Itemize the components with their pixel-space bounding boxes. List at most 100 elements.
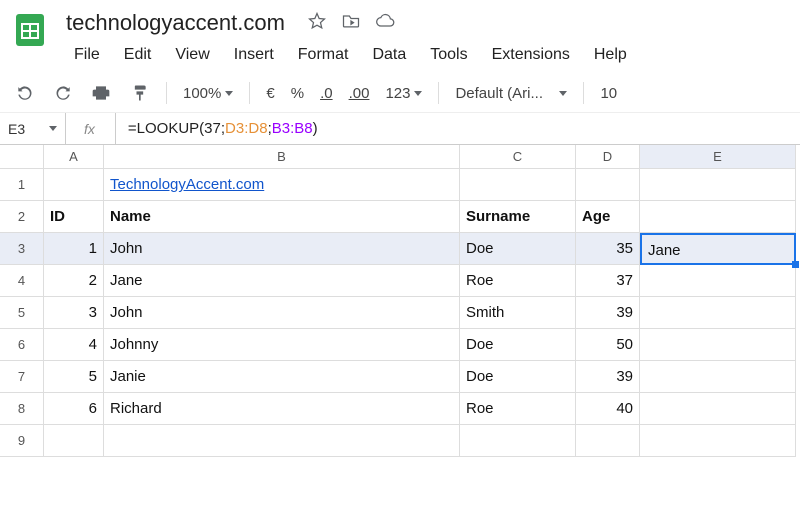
cell-D9[interactable]	[576, 425, 640, 457]
document-title[interactable]: technologyaccent.com	[62, 8, 289, 38]
toolbar-divider	[249, 82, 250, 104]
selection-handle[interactable]	[792, 261, 799, 268]
cell-A5[interactable]: 3	[44, 297, 104, 329]
cell-E6[interactable]	[640, 329, 796, 361]
cell-E1[interactable]	[640, 169, 796, 201]
column-header-D[interactable]: D	[576, 145, 640, 169]
font-selector[interactable]: Default (Ari...	[455, 85, 567, 102]
menu-help[interactable]: Help	[582, 42, 639, 68]
menu-format[interactable]: Format	[286, 42, 361, 68]
cell-B6[interactable]: Johnny	[104, 329, 460, 361]
paint-format-icon[interactable]	[128, 82, 150, 104]
row-header[interactable]: 7	[0, 361, 44, 393]
cell-C4[interactable]: Roe	[460, 265, 576, 297]
format-percent-button[interactable]: %	[291, 85, 304, 102]
star-icon[interactable]	[307, 11, 327, 36]
cell-B4[interactable]: Jane	[104, 265, 460, 297]
toolbar-divider	[438, 82, 439, 104]
cell-C3[interactable]: Doe	[460, 233, 576, 265]
column-header-C[interactable]: C	[460, 145, 576, 169]
cell-D1[interactable]	[576, 169, 640, 201]
cell-C8[interactable]: Roe	[460, 393, 576, 425]
cell-B5[interactable]: John	[104, 297, 460, 329]
undo-icon[interactable]	[14, 82, 36, 104]
menu-edit[interactable]: Edit	[112, 42, 164, 68]
toolbar-divider	[583, 82, 584, 104]
cell-B1[interactable]: TechnologyAccent.com	[104, 169, 460, 201]
format-currency-button[interactable]: €	[266, 85, 274, 102]
header: technologyaccent.com File Edit View Inse…	[0, 0, 800, 68]
cell-A1[interactable]	[44, 169, 104, 201]
menu-tools[interactable]: Tools	[418, 42, 479, 68]
move-icon[interactable]	[341, 11, 361, 36]
cell-A7[interactable]: 5	[44, 361, 104, 393]
formula-input[interactable]: =LOOKUP(37;D3:D8; B3:B8)	[116, 113, 800, 144]
cell-B8[interactable]: Richard	[104, 393, 460, 425]
column-header-B[interactable]: B	[104, 145, 460, 169]
cell-A2[interactable]: ID	[44, 201, 104, 233]
cell-C9[interactable]	[460, 425, 576, 457]
cell-E3[interactable]: Jane	[640, 233, 796, 265]
increase-decimal-button[interactable]: .00	[349, 85, 370, 102]
fx-icon: fx	[66, 113, 116, 144]
cell-E2[interactable]	[640, 201, 796, 233]
cell-D2[interactable]: Age	[576, 201, 640, 233]
row-header[interactable]: 3	[0, 233, 44, 265]
zoom-selector[interactable]: 100%	[183, 85, 233, 102]
cell-E5[interactable]	[640, 297, 796, 329]
decrease-decimal-button[interactable]: .0	[320, 85, 333, 102]
title-row: technologyaccent.com	[62, 8, 788, 38]
cell-reference-box[interactable]: E3	[0, 113, 66, 144]
menubar: File Edit View Insert Format Data Tools …	[62, 42, 788, 68]
row-header[interactable]: 5	[0, 297, 44, 329]
cell-B9[interactable]	[104, 425, 460, 457]
cell-A4[interactable]: 2	[44, 265, 104, 297]
menu-extensions[interactable]: Extensions	[480, 42, 582, 68]
menu-data[interactable]: Data	[360, 42, 418, 68]
cell-E9[interactable]	[640, 425, 796, 457]
redo-icon[interactable]	[52, 82, 74, 104]
toolbar: 100% € % .0 .00 123 Default (Ari... 10	[0, 74, 800, 113]
cell-B2[interactable]: Name	[104, 201, 460, 233]
menu-insert[interactable]: Insert	[222, 42, 286, 68]
row-header[interactable]: 4	[0, 265, 44, 297]
cell-D5[interactable]: 39	[576, 297, 640, 329]
column-header-E[interactable]: E	[640, 145, 796, 169]
cloud-status-icon[interactable]	[375, 11, 395, 36]
sheets-logo-icon	[12, 8, 52, 60]
cell-E7[interactable]	[640, 361, 796, 393]
menu-view[interactable]: View	[163, 42, 221, 68]
cell-E8[interactable]	[640, 393, 796, 425]
print-icon[interactable]	[90, 82, 112, 104]
cell-A8[interactable]: 6	[44, 393, 104, 425]
cell-A9[interactable]	[44, 425, 104, 457]
cell-D8[interactable]: 40	[576, 393, 640, 425]
cell-D6[interactable]: 50	[576, 329, 640, 361]
menu-file[interactable]: File	[62, 42, 112, 68]
row-header[interactable]: 8	[0, 393, 44, 425]
cell-C7[interactable]: Doe	[460, 361, 576, 393]
cell-A6[interactable]: 4	[44, 329, 104, 361]
font-size-value[interactable]: 10	[600, 85, 617, 102]
row-header[interactable]: 1	[0, 169, 44, 201]
column-header-A[interactable]: A	[44, 145, 104, 169]
cell-C2[interactable]: Surname	[460, 201, 576, 233]
cell-C1[interactable]	[460, 169, 576, 201]
cell-D4[interactable]: 37	[576, 265, 640, 297]
spreadsheet-grid[interactable]: A B C D E 1 TechnologyAccent.com 2 ID Na…	[0, 145, 800, 457]
toolbar-divider	[166, 82, 167, 104]
cell-A3[interactable]: 1	[44, 233, 104, 265]
row-header[interactable]: 6	[0, 329, 44, 361]
cell-B3[interactable]: John	[104, 233, 460, 265]
number-format-selector[interactable]: 123	[385, 85, 422, 102]
row-header[interactable]: 2	[0, 201, 44, 233]
formula-bar: E3 fx =LOOKUP(37;D3:D8; B3:B8)	[0, 113, 800, 145]
cell-B7[interactable]: Janie	[104, 361, 460, 393]
cell-E4[interactable]	[640, 265, 796, 297]
cell-D3[interactable]: 35	[576, 233, 640, 265]
cell-C6[interactable]: Doe	[460, 329, 576, 361]
cell-C5[interactable]: Smith	[460, 297, 576, 329]
row-header[interactable]: 9	[0, 425, 44, 457]
select-all-corner[interactable]	[0, 145, 44, 169]
cell-D7[interactable]: 39	[576, 361, 640, 393]
